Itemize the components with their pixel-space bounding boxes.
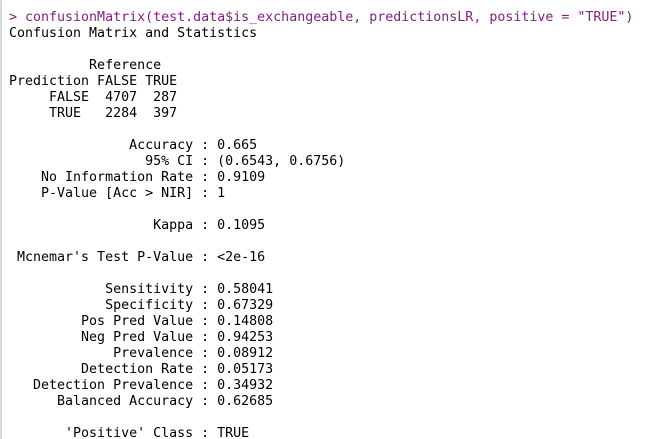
stat-pvalue: P-Value [Acc > NIR] : 1 [9, 186, 226, 201]
stat-accuracy: Accuracy : 0.665 [9, 138, 258, 153]
output-title: Confusion Matrix and Statistics [9, 26, 258, 41]
matrix-row-false: FALSE 4707 287 [9, 90, 178, 105]
r-console[interactable]: > confusionMatrix(test.data$is_exchangea… [0, 0, 649, 439]
stat-specificity: Specificity : 0.67329 [9, 298, 274, 313]
stat-nir: No Information Rate : 0.9109 [9, 170, 266, 185]
stat-mcnemar: Mcnemar's Test P-Value : <2e-16 [9, 250, 266, 265]
stat-ci: 95% CI : (0.6543, 0.6756) [9, 154, 346, 169]
stat-detection-prevalence: Detection Prevalence : 0.34932 [9, 378, 274, 393]
stat-positive-class: 'Positive' Class : TRUE [9, 426, 250, 439]
matrix-row-true: TRUE 2284 397 [9, 106, 178, 121]
stat-pos-pred: Pos Pred Value : 0.14808 [9, 314, 274, 329]
stat-neg-pred: Neg Pred Value : 0.94253 [9, 330, 274, 345]
matrix-reference-header: Reference [9, 58, 162, 73]
stat-detection-rate: Detection Rate : 0.05173 [9, 362, 274, 377]
stat-prevalence: Prevalence : 0.08912 [9, 346, 274, 361]
stat-kappa: Kappa : 0.1095 [9, 218, 266, 233]
matrix-column-header: Prediction FALSE TRUE [9, 74, 178, 89]
stat-sensitivity: Sensitivity : 0.58041 [9, 282, 274, 297]
command-line: > confusionMatrix(test.data$is_exchangea… [9, 10, 634, 25]
stat-balanced-accuracy: Balanced Accuracy : 0.62685 [9, 394, 274, 409]
console-output: > confusionMatrix(test.data$is_exchangea… [9, 0, 633, 439]
